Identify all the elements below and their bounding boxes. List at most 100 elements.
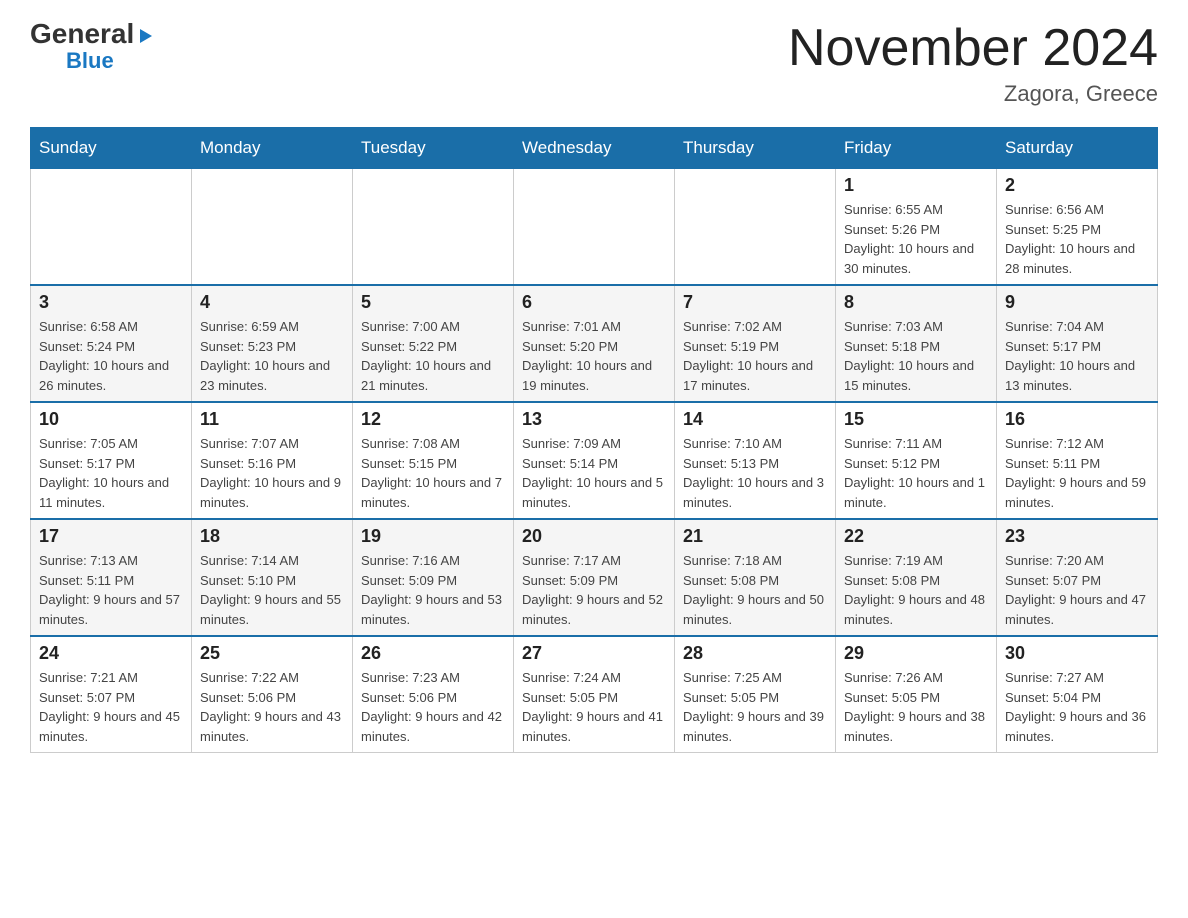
day-number: 20 <box>522 526 666 547</box>
day-number: 8 <box>844 292 988 313</box>
day-number: 12 <box>361 409 505 430</box>
day-info: Sunrise: 7:04 AM Sunset: 5:17 PM Dayligh… <box>1005 317 1149 395</box>
calendar-cell: 28 Sunrise: 7:25 AM Sunset: 5:05 PM Dayli… <box>675 636 836 753</box>
day-info: Sunrise: 7:07 AM Sunset: 5:16 PM Dayligh… <box>200 434 344 512</box>
day-info: Sunrise: 7:01 AM Sunset: 5:20 PM Dayligh… <box>522 317 666 395</box>
calendar-cell: 6 Sunrise: 7:01 AM Sunset: 5:20 PM Daylig… <box>514 285 675 402</box>
weekday-header-sunday: Sunday <box>31 128 192 169</box>
day-info: Sunrise: 6:58 AM Sunset: 5:24 PM Dayligh… <box>39 317 183 395</box>
day-info: Sunrise: 7:20 AM Sunset: 5:07 PM Dayligh… <box>1005 551 1149 629</box>
calendar-cell: 19Sunrise: 7:16 AM Sunset: 5:09 PM Dayli… <box>353 519 514 636</box>
calendar-cell: 5 Sunrise: 7:00 AM Sunset: 5:22 PM Daylig… <box>353 285 514 402</box>
calendar-cell <box>192 169 353 286</box>
day-info: Sunrise: 6:55 AM Sunset: 5:26 PM Dayligh… <box>844 200 988 278</box>
weekday-header-tuesday: Tuesday <box>353 128 514 169</box>
day-info: Sunrise: 7:26 AM Sunset: 5:05 PM Dayligh… <box>844 668 988 746</box>
calendar-cell <box>353 169 514 286</box>
day-number: 2 <box>1005 175 1149 196</box>
calendar-week-row: 3 Sunrise: 6:58 AM Sunset: 5:24 PM Daylig… <box>31 285 1158 402</box>
calendar-week-row: 10 Sunrise: 7:05 AM Sunset: 5:17 PM Dayli… <box>31 402 1158 519</box>
day-info: Sunrise: 7:23 AM Sunset: 5:06 PM Dayligh… <box>361 668 505 746</box>
day-info: Sunrise: 7:21 AM Sunset: 5:07 PM Dayligh… <box>39 668 183 746</box>
day-number: 27 <box>522 643 666 664</box>
day-info: Sunrise: 7:25 AM Sunset: 5:05 PM Dayligh… <box>683 668 827 746</box>
day-number: 25 <box>200 643 344 664</box>
day-number: 5 <box>361 292 505 313</box>
day-info: Sunrise: 6:56 AM Sunset: 5:25 PM Dayligh… <box>1005 200 1149 278</box>
day-number: 4 <box>200 292 344 313</box>
calendar-cell: 26 Sunrise: 7:23 AM Sunset: 5:06 PM Dayli… <box>353 636 514 753</box>
day-number: 3 <box>39 292 183 313</box>
logo: General Blue <box>30 20 154 74</box>
weekday-header-wednesday: Wednesday <box>514 128 675 169</box>
day-number: 15 <box>844 409 988 430</box>
day-info: Sunrise: 7:05 AM Sunset: 5:17 PM Dayligh… <box>39 434 183 512</box>
day-number: 7 <box>683 292 827 313</box>
day-info: Sunrise: 7:02 AM Sunset: 5:19 PM Dayligh… <box>683 317 827 395</box>
calendar-cell: 21 Sunrise: 7:18 AM Sunset: 5:08 PM Dayli… <box>675 519 836 636</box>
day-number: 22 <box>844 526 988 547</box>
day-number: 24 <box>39 643 183 664</box>
day-info: Sunrise: 7:11 AM Sunset: 5:12 PM Dayligh… <box>844 434 988 512</box>
calendar-cell <box>675 169 836 286</box>
day-number: 30 <box>1005 643 1149 664</box>
calendar-cell: 16Sunrise: 7:12 AM Sunset: 5:11 PM Dayli… <box>997 402 1158 519</box>
day-info: Sunrise: 7:08 AM Sunset: 5:15 PM Dayligh… <box>361 434 505 512</box>
calendar-cell: 29Sunrise: 7:26 AM Sunset: 5:05 PM Dayli… <box>836 636 997 753</box>
calendar-cell: 23 Sunrise: 7:20 AM Sunset: 5:07 PM Dayli… <box>997 519 1158 636</box>
day-info: Sunrise: 7:13 AM Sunset: 5:11 PM Dayligh… <box>39 551 183 629</box>
calendar-cell: 24 Sunrise: 7:21 AM Sunset: 5:07 PM Dayli… <box>31 636 192 753</box>
calendar-cell: 25Sunrise: 7:22 AM Sunset: 5:06 PM Dayli… <box>192 636 353 753</box>
calendar-cell: 3 Sunrise: 6:58 AM Sunset: 5:24 PM Daylig… <box>31 285 192 402</box>
day-number: 18 <box>200 526 344 547</box>
calendar-cell: 9 Sunrise: 7:04 AM Sunset: 5:17 PM Daylig… <box>997 285 1158 402</box>
logo-blue-text: Blue <box>66 48 114 74</box>
calendar-cell: 4 Sunrise: 6:59 AM Sunset: 5:23 PM Daylig… <box>192 285 353 402</box>
day-number: 19 <box>361 526 505 547</box>
day-number: 13 <box>522 409 666 430</box>
day-info: Sunrise: 7:10 AM Sunset: 5:13 PM Dayligh… <box>683 434 827 512</box>
day-number: 16 <box>1005 409 1149 430</box>
calendar-cell: 30 Sunrise: 7:27 AM Sunset: 5:04 PM Dayli… <box>997 636 1158 753</box>
calendar-table: SundayMondayTuesdayWednesdayThursdayFrid… <box>30 127 1158 753</box>
day-info: Sunrise: 6:59 AM Sunset: 5:23 PM Dayligh… <box>200 317 344 395</box>
month-title: November 2024 <box>788 20 1158 77</box>
calendar-week-row: 1 Sunrise: 6:55 AM Sunset: 5:26 PM Daylig… <box>31 169 1158 286</box>
page-header: General Blue November 2024 Zagora, Greec… <box>30 20 1158 107</box>
day-number: 23 <box>1005 526 1149 547</box>
calendar-week-row: 24 Sunrise: 7:21 AM Sunset: 5:07 PM Dayli… <box>31 636 1158 753</box>
calendar-cell: 15 Sunrise: 7:11 AM Sunset: 5:12 PM Dayli… <box>836 402 997 519</box>
day-number: 11 <box>200 409 344 430</box>
calendar-cell: 2 Sunrise: 6:56 AM Sunset: 5:25 PM Daylig… <box>997 169 1158 286</box>
day-number: 10 <box>39 409 183 430</box>
day-info: Sunrise: 7:19 AM Sunset: 5:08 PM Dayligh… <box>844 551 988 629</box>
weekday-header-thursday: Thursday <box>675 128 836 169</box>
day-number: 26 <box>361 643 505 664</box>
calendar-cell: 8 Sunrise: 7:03 AM Sunset: 5:18 PM Daylig… <box>836 285 997 402</box>
day-info: Sunrise: 7:27 AM Sunset: 5:04 PM Dayligh… <box>1005 668 1149 746</box>
calendar-cell: 1 Sunrise: 6:55 AM Sunset: 5:26 PM Daylig… <box>836 169 997 286</box>
calendar-cell: 20Sunrise: 7:17 AM Sunset: 5:09 PM Dayli… <box>514 519 675 636</box>
day-number: 28 <box>683 643 827 664</box>
day-info: Sunrise: 7:00 AM Sunset: 5:22 PM Dayligh… <box>361 317 505 395</box>
day-number: 21 <box>683 526 827 547</box>
calendar-cell: 7 Sunrise: 7:02 AM Sunset: 5:19 PM Daylig… <box>675 285 836 402</box>
weekday-header-row: SundayMondayTuesdayWednesdayThursdayFrid… <box>31 128 1158 169</box>
logo-general-text: General <box>30 20 154 48</box>
calendar-week-row: 17 Sunrise: 7:13 AM Sunset: 5:11 PM Dayli… <box>31 519 1158 636</box>
day-info: Sunrise: 7:18 AM Sunset: 5:08 PM Dayligh… <box>683 551 827 629</box>
calendar-cell: 27 Sunrise: 7:24 AM Sunset: 5:05 PM Dayli… <box>514 636 675 753</box>
calendar-cell: 22 Sunrise: 7:19 AM Sunset: 5:08 PM Dayli… <box>836 519 997 636</box>
day-info: Sunrise: 7:14 AM Sunset: 5:10 PM Dayligh… <box>200 551 344 629</box>
calendar-cell: 11 Sunrise: 7:07 AM Sunset: 5:16 PM Dayli… <box>192 402 353 519</box>
day-number: 9 <box>1005 292 1149 313</box>
day-info: Sunrise: 7:03 AM Sunset: 5:18 PM Dayligh… <box>844 317 988 395</box>
day-number: 14 <box>683 409 827 430</box>
location-text: Zagora, Greece <box>788 81 1158 107</box>
day-number: 1 <box>844 175 988 196</box>
day-number: 17 <box>39 526 183 547</box>
day-number: 6 <box>522 292 666 313</box>
calendar-cell: 10 Sunrise: 7:05 AM Sunset: 5:17 PM Dayli… <box>31 402 192 519</box>
calendar-cell: 12 Sunrise: 7:08 AM Sunset: 5:15 PM Dayli… <box>353 402 514 519</box>
day-info: Sunrise: 7:24 AM Sunset: 5:05 PM Dayligh… <box>522 668 666 746</box>
